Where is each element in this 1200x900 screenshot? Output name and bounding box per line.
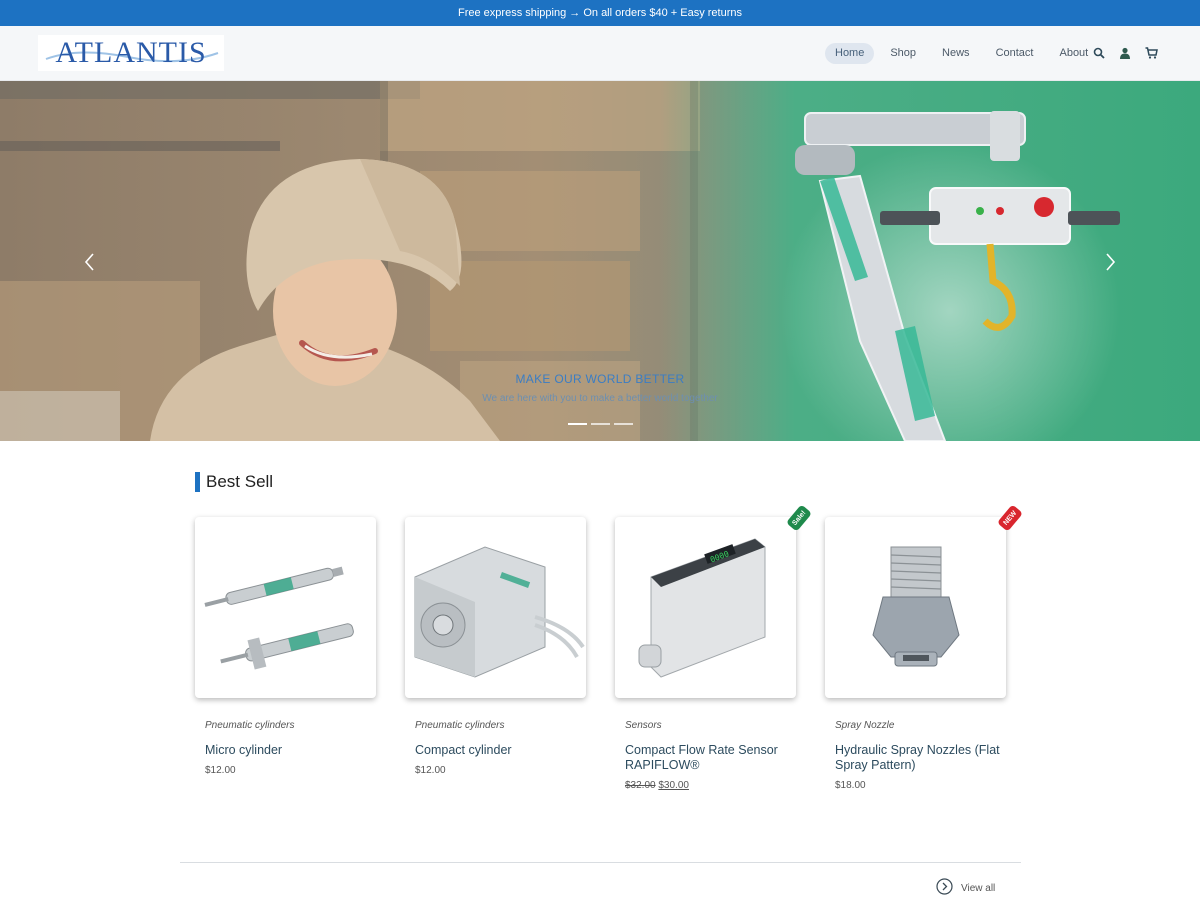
- product-image-spray-nozzle: [872, 546, 960, 667]
- site-header: ATLANTIS Home Shop News Contact About: [0, 26, 1200, 81]
- view-all-label: View all: [961, 882, 996, 894]
- product-category[interactable]: Sensors: [625, 720, 662, 731]
- product-category[interactable]: Pneumatic cylinders: [205, 720, 294, 731]
- hero-image: [0, 81, 1200, 441]
- slider-dot-2[interactable]: [591, 423, 610, 425]
- product-name[interactable]: Hydraulic Spray Nozzles (Flat Spray Patt…: [835, 743, 1005, 773]
- chevron-left-icon[interactable]: [80, 251, 100, 273]
- product-card-compact-cylinder[interactable]: [405, 517, 586, 698]
- header-icons: [1092, 46, 1158, 60]
- chevron-right-icon[interactable]: [1100, 251, 1120, 273]
- nav-contact[interactable]: Contact: [986, 43, 1044, 64]
- nav-about[interactable]: About: [1049, 43, 1098, 64]
- announcement-text: Free express shipping → On all orders $4…: [458, 7, 742, 19]
- product-category[interactable]: Pneumatic cylinders: [415, 720, 504, 731]
- hero-title: MAKE OUR WORLD BETTER: [515, 372, 685, 386]
- product-price: $12.00: [205, 765, 236, 776]
- product-name[interactable]: Compact Flow Rate Sensor RAPIFLOW®: [625, 743, 795, 773]
- nav-shop[interactable]: Shop: [880, 43, 926, 64]
- slider-dot-1[interactable]: [568, 423, 587, 425]
- logo-text: ATLANTIS: [55, 36, 207, 69]
- section-title-best-sell: Best Sell: [195, 472, 273, 492]
- product-card-flow-rate-sensor[interactable]: 0000 Sale!: [615, 504, 813, 698]
- hero-slider: MAKE OUR WORLD BETTER We are here with y…: [0, 81, 1200, 441]
- hero-subtitle: We are here with you to make a better wo…: [482, 393, 718, 404]
- product-card-spray-nozzle[interactable]: NEW: [825, 504, 1024, 698]
- main-nav: Home Shop News Contact About: [825, 43, 1104, 64]
- product-old-price: $32.00: [625, 780, 656, 791]
- search-icon[interactable]: [1092, 46, 1106, 60]
- product-price: $32.00 $30.00: [625, 780, 689, 791]
- product-image-micro-cylinder: [204, 566, 354, 670]
- product-price: $18.00: [835, 780, 866, 791]
- product-category[interactable]: Spray Nozzle: [835, 720, 894, 731]
- product-name[interactable]: Compact cylinder: [415, 743, 585, 758]
- announcement-bar: Free express shipping → On all orders $4…: [0, 0, 1200, 26]
- product-image-compact-cylinder: [414, 546, 585, 678]
- chevron-circle-right-icon: [936, 878, 953, 898]
- slider-dot-3[interactable]: [614, 423, 633, 425]
- logo[interactable]: ATLANTIS: [38, 35, 224, 71]
- user-icon[interactable]: [1118, 46, 1132, 60]
- product-image-flow-rate-sensor: 0000: [638, 538, 766, 678]
- slider-dots: [568, 423, 633, 425]
- nav-home[interactable]: Home: [825, 43, 875, 64]
- cart-icon[interactable]: [1144, 46, 1158, 60]
- nav-news[interactable]: News: [932, 43, 980, 64]
- product-card-micro-cylinder[interactable]: [195, 517, 376, 698]
- product-price: $12.00: [415, 765, 446, 776]
- view-all-link[interactable]: View all: [936, 878, 995, 898]
- product-sale-price: $30.00: [658, 780, 689, 791]
- section-divider: [180, 862, 1021, 863]
- product-name[interactable]: Micro cylinder: [205, 743, 375, 758]
